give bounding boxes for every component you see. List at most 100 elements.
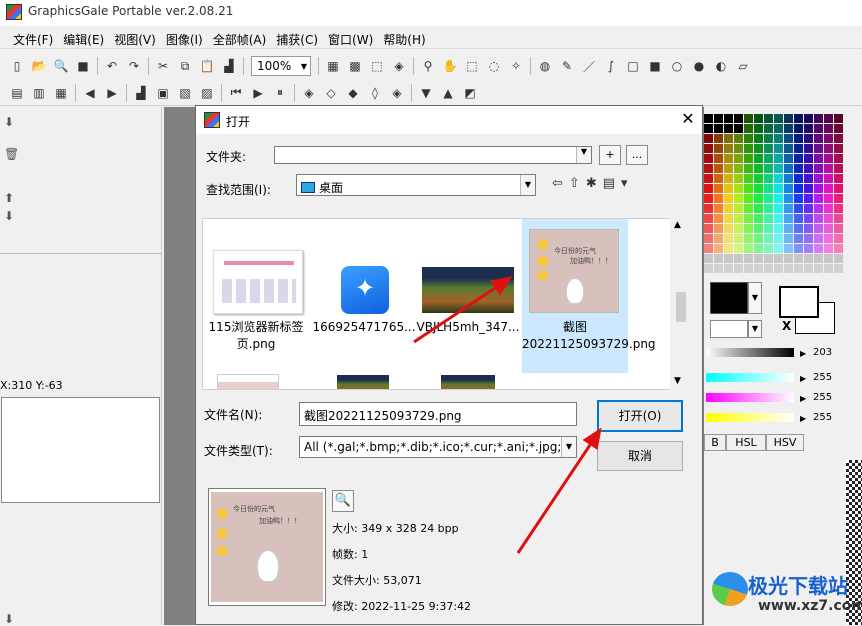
palette-swatch[interactable] bbox=[794, 164, 803, 173]
palette-swatch[interactable] bbox=[764, 154, 773, 163]
chevron-down-icon[interactable]: ▼ bbox=[674, 376, 681, 386]
next-frame-icon[interactable]: ▶ bbox=[103, 84, 121, 102]
frame-film-icon[interactable]: ▦ bbox=[52, 84, 70, 102]
palette-swatch[interactable] bbox=[764, 144, 773, 153]
chevron-down-icon[interactable]: ▼ bbox=[576, 147, 591, 163]
palette-swatch[interactable] bbox=[834, 214, 843, 223]
palette-swatch[interactable] bbox=[714, 184, 723, 193]
pin-bottom-icon[interactable]: ⬇ bbox=[4, 612, 14, 626]
palette-swatch[interactable] bbox=[794, 204, 803, 213]
palette-swatch[interactable] bbox=[744, 114, 753, 123]
palette-swatch[interactable] bbox=[764, 174, 773, 183]
trash-icon[interactable]: 🗑 bbox=[4, 147, 19, 161]
palette-swatch[interactable] bbox=[784, 224, 793, 233]
arrow-down-icon[interactable]: ⬇ bbox=[4, 209, 14, 223]
magenta-slider[interactable] bbox=[706, 393, 794, 402]
palette-swatch[interactable] bbox=[704, 124, 713, 133]
palette-swatch[interactable] bbox=[714, 204, 723, 213]
layer-up-icon[interactable]: ▲ bbox=[439, 84, 457, 102]
palette-swatch[interactable] bbox=[784, 194, 793, 203]
palette-swatch[interactable] bbox=[764, 234, 773, 243]
palette-swatch[interactable] bbox=[724, 224, 733, 233]
frame-clip-icon[interactable]: ▨ bbox=[198, 84, 216, 102]
palette-swatch[interactable] bbox=[794, 174, 803, 183]
palette-swatch[interactable] bbox=[804, 164, 813, 173]
zoom-select[interactable]: 100% ▼ bbox=[251, 56, 311, 76]
list-item[interactable]: 115浏览器新标签页.png bbox=[203, 319, 309, 353]
list-item[interactable]: 166925471765... bbox=[311, 319, 417, 336]
palette-swatch[interactable] bbox=[704, 154, 713, 163]
menu-image[interactable]: 图像(I) bbox=[161, 27, 208, 48]
palette-swatch[interactable] bbox=[794, 254, 803, 263]
palette-swatch[interactable] bbox=[754, 264, 763, 273]
chevron-down-icon[interactable]: ▼ bbox=[561, 437, 576, 457]
palette-swatch[interactable] bbox=[714, 154, 723, 163]
palette-swatch[interactable] bbox=[734, 264, 743, 273]
palette-swatch[interactable] bbox=[824, 254, 833, 263]
layer-merge-icon[interactable]: ◊ bbox=[366, 84, 384, 102]
menu-capture[interactable]: 捕获(C) bbox=[271, 27, 323, 48]
layer-props-icon[interactable]: ◩ bbox=[461, 84, 479, 102]
palette-swatch[interactable] bbox=[824, 164, 833, 173]
palette-swatch[interactable] bbox=[824, 154, 833, 163]
ellipse-icon[interactable]: ○ bbox=[668, 57, 686, 75]
tab-hsl[interactable]: HSL bbox=[726, 434, 766, 451]
ellipse-fill-icon[interactable]: ● bbox=[690, 57, 708, 75]
tab-hsv[interactable]: HSV bbox=[766, 434, 804, 451]
palette-swatch[interactable] bbox=[804, 134, 813, 143]
palette-swatch[interactable] bbox=[734, 134, 743, 143]
palette-swatch[interactable] bbox=[744, 244, 753, 253]
palette-swatch[interactable] bbox=[794, 264, 803, 273]
cyan-slider[interactable] bbox=[706, 373, 794, 382]
palette-swatch[interactable] bbox=[754, 144, 763, 153]
palette-swatch[interactable] bbox=[744, 134, 753, 143]
palette-swatch[interactable] bbox=[774, 134, 783, 143]
palette-swatch[interactable] bbox=[814, 244, 823, 253]
palette-swatch[interactable] bbox=[834, 174, 843, 183]
palette-swatch[interactable] bbox=[814, 204, 823, 213]
new-folder-icon[interactable]: ✱ bbox=[586, 176, 603, 191]
palette-swatch[interactable] bbox=[774, 254, 783, 263]
scrollbar-thumb[interactable] bbox=[676, 292, 686, 322]
arrow-up-icon[interactable]: ⬆ bbox=[4, 191, 14, 205]
palette-swatch[interactable] bbox=[784, 184, 793, 193]
palette-swatch[interactable] bbox=[754, 194, 763, 203]
palette-swatch[interactable] bbox=[824, 214, 833, 223]
palette-swatch[interactable] bbox=[804, 144, 813, 153]
filetype-select[interactable]: All (*.gal;*.bmp;*.dib;*.ico;*.cur;*.ani… bbox=[299, 436, 577, 458]
palette-swatch[interactable] bbox=[784, 254, 793, 263]
palette-swatch[interactable] bbox=[704, 264, 713, 273]
lasso-select-icon[interactable]: ◌ bbox=[485, 57, 503, 75]
palette-swatch[interactable] bbox=[824, 234, 833, 243]
palette-swatch[interactable] bbox=[804, 154, 813, 163]
yellow-slider[interactable] bbox=[706, 413, 794, 422]
pen-icon[interactable]: ✎ bbox=[558, 57, 576, 75]
frame-stack-icon[interactable]: ▟ bbox=[132, 84, 150, 102]
palette-swatch[interactable] bbox=[824, 144, 833, 153]
open-folder-icon[interactable]: 📂 bbox=[30, 57, 48, 75]
chevron-down-icon[interactable]: ▼ bbox=[520, 175, 535, 195]
open-button[interactable]: 打开(O) bbox=[597, 400, 683, 432]
palette-swatch[interactable] bbox=[724, 184, 733, 193]
palette-swatch[interactable] bbox=[834, 254, 843, 263]
palette-swatch[interactable] bbox=[754, 114, 763, 123]
palette-swatch[interactable] bbox=[814, 214, 823, 223]
palette-swatch[interactable] bbox=[704, 134, 713, 143]
palette-swatch[interactable] bbox=[804, 194, 813, 203]
color-palette[interactable] bbox=[704, 114, 844, 274]
foreground-color-box[interactable] bbox=[779, 286, 819, 318]
palette-swatch[interactable] bbox=[724, 204, 733, 213]
palette-swatch[interactable] bbox=[804, 204, 813, 213]
palette-swatch[interactable] bbox=[834, 224, 843, 233]
palette-swatch[interactable] bbox=[714, 214, 723, 223]
palette-swatch[interactable] bbox=[764, 124, 773, 133]
palette-swatch[interactable] bbox=[704, 234, 713, 243]
palette-swatch[interactable] bbox=[764, 194, 773, 203]
back-arrow-icon[interactable]: ⇦ bbox=[552, 176, 569, 191]
palette-swatch[interactable] bbox=[784, 124, 793, 133]
palette-swatch[interactable] bbox=[814, 194, 823, 203]
palette-swatch[interactable] bbox=[714, 134, 723, 143]
palette-swatch[interactable] bbox=[774, 154, 783, 163]
palette-swatch[interactable] bbox=[774, 234, 783, 243]
palette-swatch[interactable] bbox=[794, 114, 803, 123]
